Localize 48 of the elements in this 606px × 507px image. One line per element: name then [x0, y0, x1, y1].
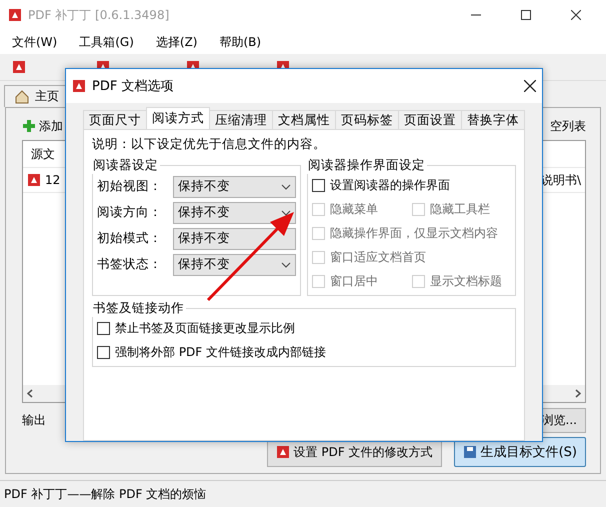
toolbar-icon: [12, 60, 26, 74]
column-header: 源文: [31, 146, 55, 162]
status-bar: PDF 补丁丁——解除 PDF 文档的烦恼: [0, 480, 606, 507]
chevron-icon: [281, 262, 291, 268]
checkbox[interactable]: 强制将外部 PDF 文件链接改成内部链接: [97, 344, 326, 361]
menu-item[interactable]: 选择(Z): [152, 34, 202, 50]
tab[interactable]: 页面设置: [398, 110, 462, 129]
menu-item[interactable]: 文件(W): [8, 34, 62, 50]
group-title: 阅读器设定: [92, 157, 159, 174]
scroll-right-icon[interactable]: [575, 389, 581, 398]
dropdown[interactable]: 保持不变: [173, 176, 296, 198]
tab[interactable]: 页码标签: [335, 110, 399, 129]
dropdown[interactable]: 保持不变: [173, 228, 296, 250]
pdf-icon: [276, 445, 290, 459]
tab[interactable]: 阅读方式: [146, 107, 210, 129]
scroll-left-icon[interactable]: [27, 389, 33, 398]
dialog-title: PDF 文档选项: [92, 78, 174, 95]
note-text: 说明：以下设定优先于信息文件的内容。: [92, 136, 327, 153]
checkbox[interactable]: 设置阅读器的操作界面: [312, 177, 450, 194]
field-label: 阅读方向：: [97, 204, 163, 221]
file-name-cell[interactable]: 12: [27, 173, 60, 187]
close-icon[interactable]: [524, 80, 536, 92]
group-title: 阅读器操作界面设定: [307, 157, 426, 174]
field-label: 书签状态：: [97, 256, 163, 273]
field-label: 初始视图：: [97, 178, 163, 195]
plus-icon: [22, 119, 36, 133]
clear-list-button[interactable]: 空列表: [550, 118, 586, 134]
chevron-icon: [281, 210, 291, 216]
window-title: PDF 补丁丁 [0.6.1.3498]: [28, 6, 170, 24]
house-icon: [15, 90, 29, 104]
dialog-icon: [72, 79, 86, 93]
field-label: 初始模式：: [97, 230, 163, 247]
add-file-button[interactable]: 添加: [22, 118, 63, 134]
app-icon: [8, 8, 22, 22]
dropdown[interactable]: 保持不变: [173, 254, 296, 276]
tab[interactable]: 替换字体: [461, 110, 525, 129]
file-icon: [27, 173, 41, 187]
tab[interactable]: 压缩清理: [209, 110, 273, 129]
output-label: 输出: [22, 412, 46, 428]
menu-item[interactable]: 工具箱(G): [75, 34, 138, 50]
checkbox[interactable]: 禁止书签及页面链接更改显示比例: [97, 320, 295, 337]
save-icon: [462, 445, 477, 459]
dropdown[interactable]: 保持不变: [173, 202, 296, 224]
tab[interactable]: 页面尺寸: [83, 110, 147, 129]
group-title: 书签及链接动作: [92, 300, 185, 317]
tab[interactable]: 文档属性: [272, 110, 336, 129]
chevron-icon: [281, 184, 291, 190]
menu-item[interactable]: 帮助(B): [216, 34, 266, 50]
